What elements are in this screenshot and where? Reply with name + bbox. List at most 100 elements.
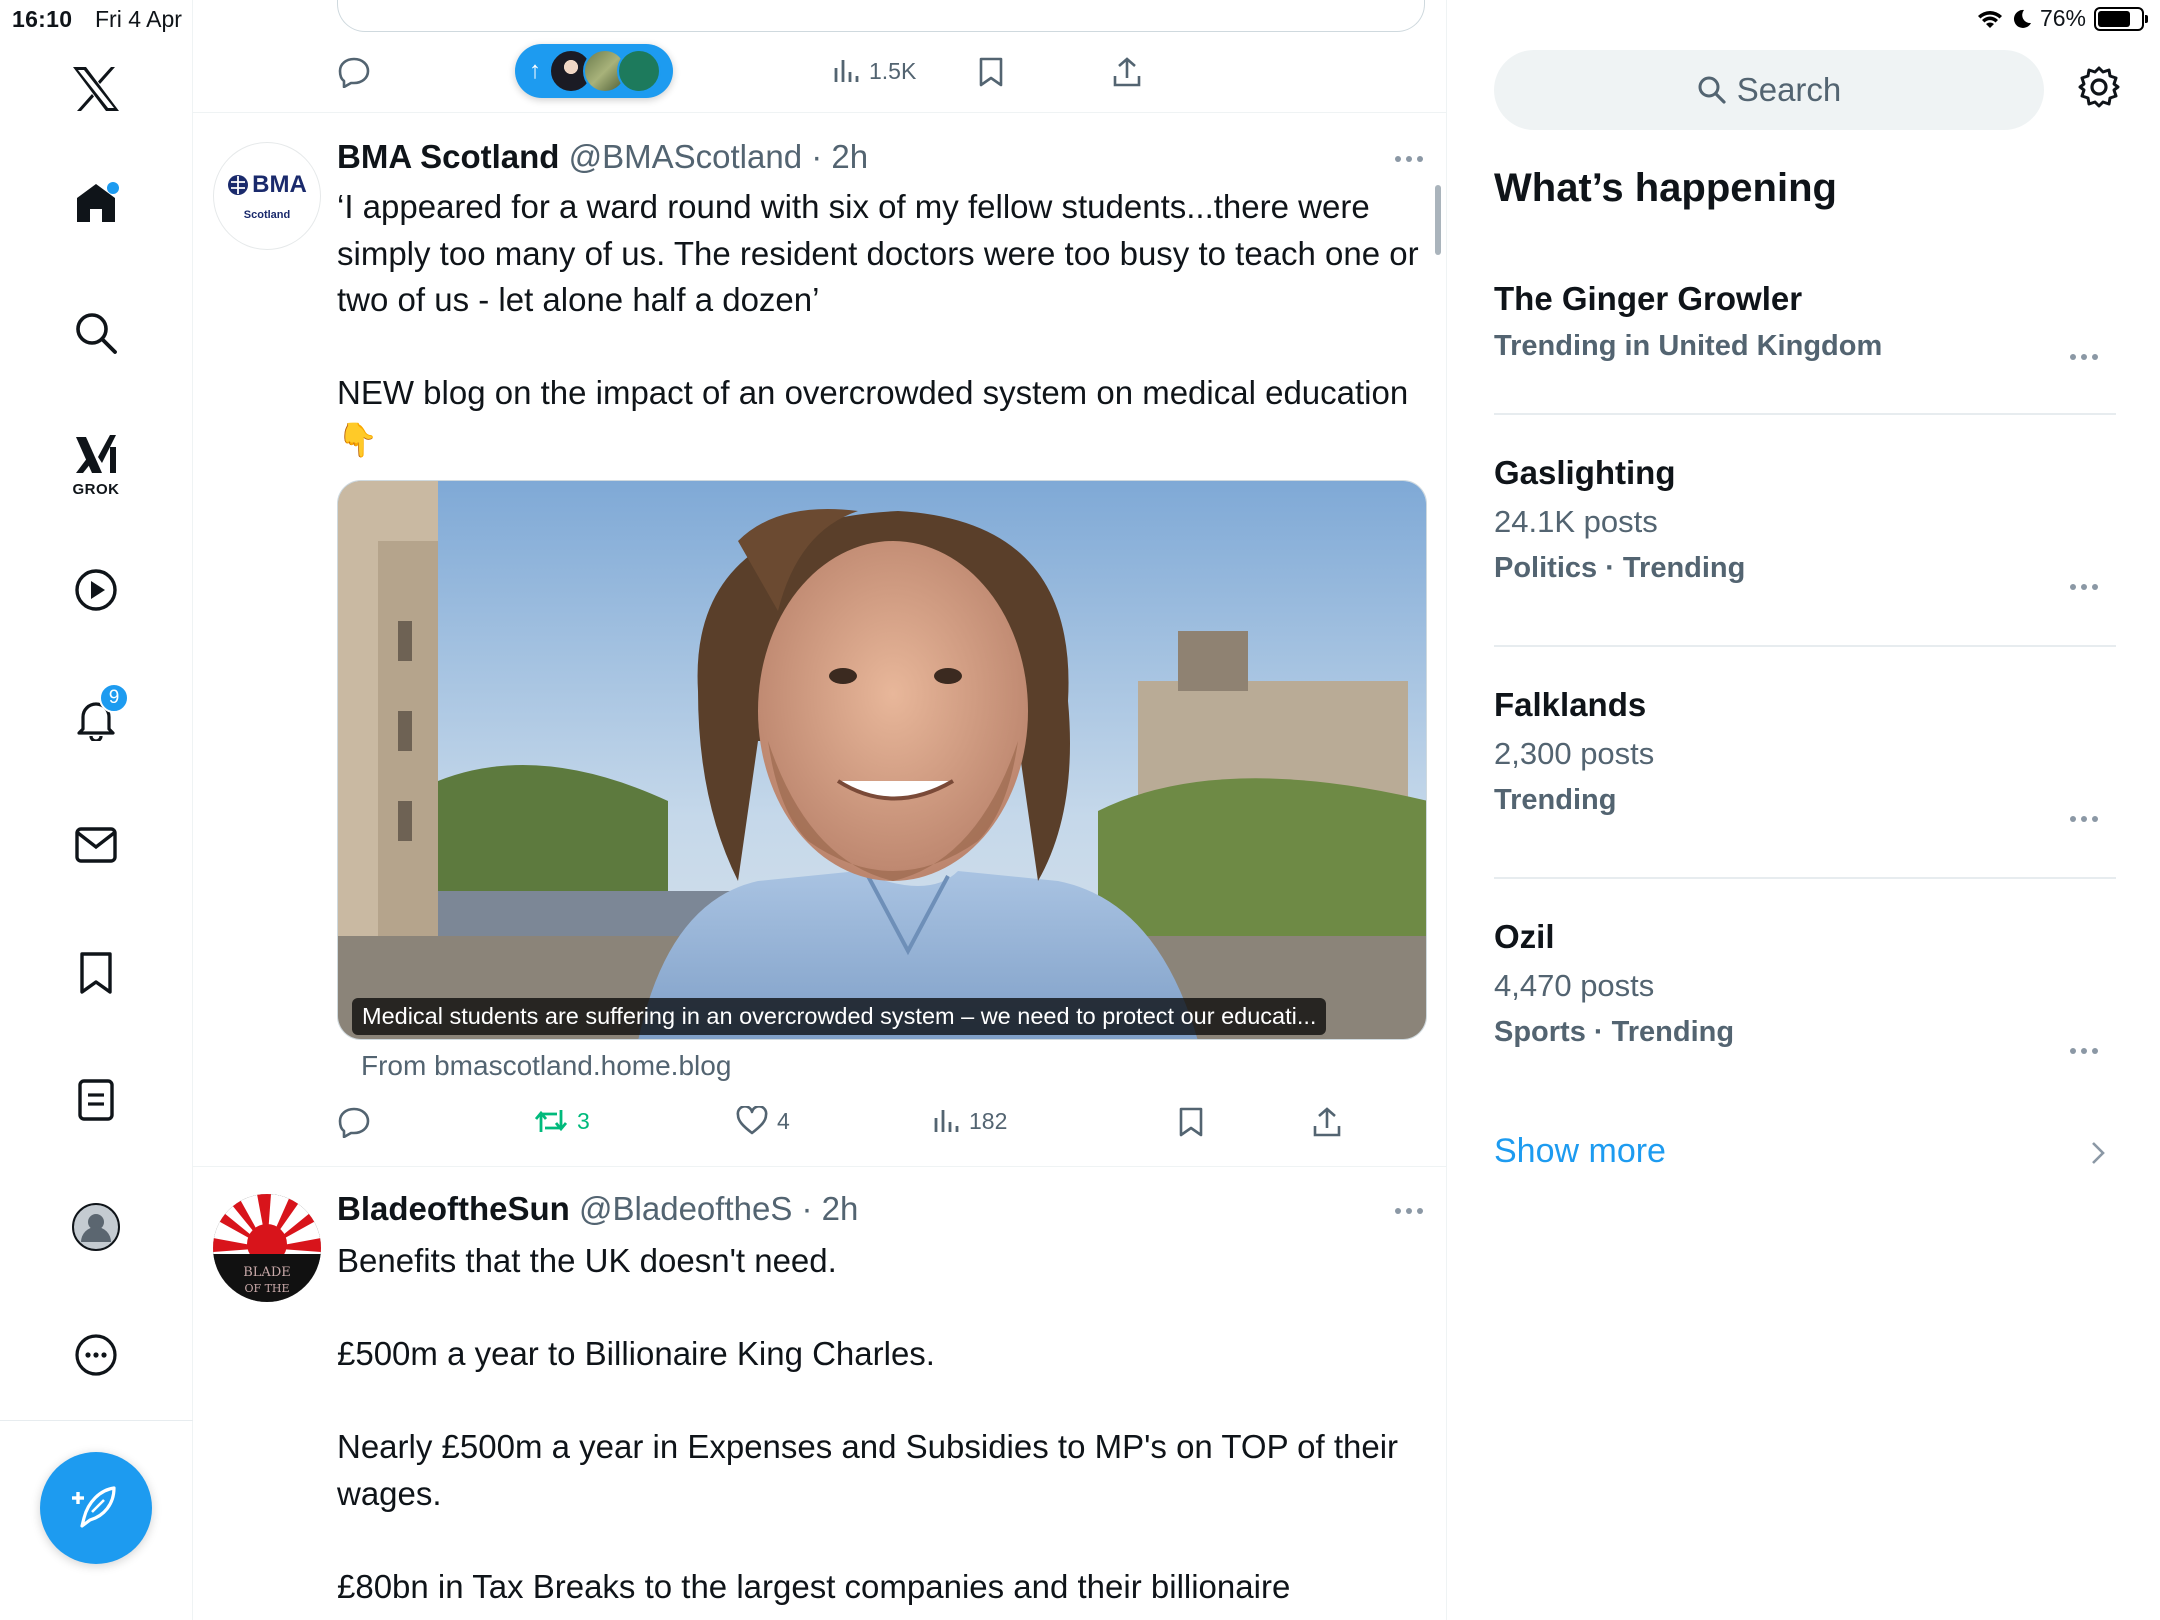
compose-post-button[interactable] (40, 1452, 152, 1564)
right-sidebar: Search What’s happening The Ginger Growl… (1448, 0, 2160, 1620)
trend-name: Falklands (1494, 686, 1647, 723)
trend-item[interactable]: Gaslighting 24.1K posts Politics · Trend… (1494, 454, 2116, 590)
author-name[interactable]: BladeoftheSun (337, 1190, 570, 1227)
grok-icon[interactable]: GROK (61, 420, 131, 510)
left-nav: GROK 9 (0, 0, 193, 1620)
notifications-badge: 9 (99, 683, 129, 713)
link-card-image[interactable]: Medical students are suffering in an ove… (337, 480, 1427, 1040)
new-post-avatar (617, 49, 661, 93)
man-portrait-photo (338, 481, 1426, 1039)
trend-more-icon[interactable] (2070, 816, 2098, 822)
trend-divider (1494, 645, 2116, 647)
trend-post-count: 24.1K posts (1494, 504, 1658, 539)
video-play-icon[interactable] (61, 555, 131, 625)
messages-envelope-icon[interactable] (61, 810, 131, 880)
arrow-up-icon: ↑ (529, 57, 541, 84)
post-text: ‘I appeared for a ward round with six of… (337, 188, 1419, 458)
trend-post-count: 2,300 posts (1494, 736, 1655, 771)
trend-name: Ozil (1494, 918, 1555, 955)
more-options-icon[interactable] (61, 1320, 131, 1390)
trend-more-icon[interactable] (2070, 354, 2098, 360)
share-icon (1113, 57, 1141, 87)
post[interactable]: BLADE OF THE BladeoftheSun @BladeoftheS … (193, 1166, 1446, 1620)
bookmarks-icon[interactable] (61, 938, 131, 1008)
author-handle[interactable]: @BladeoftheS · 2h (579, 1190, 858, 1227)
share-button[interactable] (1311, 1106, 1343, 1138)
do-not-disturb-moon-icon (2012, 8, 2032, 30)
notifications-bell-icon[interactable]: 9 (61, 683, 131, 753)
x-logo-icon[interactable] (61, 54, 131, 124)
trend-meta: Trending (1494, 784, 1617, 816)
search-input[interactable]: Search (1494, 50, 2044, 130)
bookmark-icon (979, 57, 1003, 87)
post-text: Benefits that the UK doesn't need. £500m… (337, 1242, 1399, 1605)
settings-gear-icon[interactable] (2076, 64, 2122, 110)
trend-more-icon[interactable] (2070, 584, 2098, 590)
trend-meta: Sports · Trending (1494, 1016, 1735, 1048)
grok-label: GROK (72, 480, 120, 498)
avatar-subtext: Scotland (243, 209, 291, 221)
repost-icon (534, 1110, 568, 1132)
author-name[interactable]: BMA Scotland (337, 138, 559, 175)
search-icon[interactable] (61, 298, 131, 368)
trend-name: The Ginger Growler (1494, 280, 1803, 317)
author-handle[interactable]: @BMAScotland · 2h (569, 138, 868, 175)
status-date: Fri 4 Apr (95, 6, 182, 32)
trend-post-count: 4,470 posts (1494, 968, 1655, 1003)
share-icon (1313, 1107, 1341, 1137)
timeline: 8 1.5K ↑ BMA Scotland (193, 0, 1447, 1620)
search-icon (1698, 76, 1726, 104)
trend-item[interactable]: Ozil 4,470 posts Sports · Trending (1494, 918, 2116, 1054)
battery-icon (2094, 6, 2148, 31)
views-chart-icon (934, 1110, 959, 1132)
views-button[interactable]: 1.5K (831, 56, 916, 86)
trend-divider (1494, 413, 2116, 415)
nav-divider (0, 1420, 193, 1421)
bookmark-button[interactable] (977, 56, 1005, 88)
link-card-title[interactable]: Medical students are suffering in an ove… (352, 998, 1327, 1035)
views-chart-icon (834, 60, 859, 82)
previous-post-actions: 8 1.5K (337, 56, 1337, 96)
scrollbar[interactable] (1435, 185, 1441, 255)
bookmark-icon (1179, 1107, 1203, 1137)
repost-button[interactable]: 3 (533, 1106, 590, 1136)
svg-text:OF THE: OF THE (244, 1282, 289, 1295)
author-avatar[interactable]: BMA Scotland (213, 142, 321, 250)
trend-more-icon[interactable] (2070, 1048, 2098, 1054)
share-button[interactable] (1111, 56, 1143, 88)
whats-happening-title: What’s happening (1494, 166, 1837, 210)
author-avatar[interactable]: BLADE OF THE (213, 1194, 321, 1302)
status-time: 16:10 (12, 6, 73, 32)
reply-icon (338, 57, 370, 88)
link-source[interactable]: From bmascotland.home.blog (361, 1050, 731, 1082)
bookmark-button[interactable] (1177, 1106, 1205, 1138)
status-bar: 16:10 Fri 4 Apr 76% (0, 0, 2160, 40)
views-button[interactable]: 182 (931, 1106, 1007, 1136)
views-count: 1.5K (869, 57, 917, 84)
trend-item[interactable]: Falklands 2,300 posts Trending (1494, 686, 2116, 822)
heart-icon (736, 1106, 768, 1135)
trend-name: Gaslighting (1494, 454, 1676, 491)
reply-button[interactable] (337, 56, 371, 88)
show-more-link[interactable]: Show more (1494, 1132, 1666, 1171)
battery-percent: 76% (2039, 5, 2086, 31)
profile-avatar-icon[interactable] (61, 1192, 131, 1262)
reply-icon (338, 1107, 370, 1138)
home-icon[interactable] (61, 168, 131, 238)
chevron-right-icon (2090, 1140, 2106, 1166)
reply-button[interactable] (337, 1106, 371, 1138)
lists-icon[interactable] (61, 1065, 131, 1135)
avatar-text: BMA (252, 171, 307, 198)
trend-item[interactable]: The Ginger Growler Trending in United Ki… (1494, 280, 2116, 363)
post-more-icon[interactable] (1395, 1208, 1423, 1214)
compose-post-icon (72, 1486, 116, 1528)
svg-text:BLADE: BLADE (243, 1265, 291, 1280)
views-count: 182 (969, 1107, 1008, 1134)
trend-divider (1494, 877, 2116, 879)
post[interactable]: BMA Scotland BMA Scotland @BMAScotland ·… (193, 112, 1446, 1172)
new-posts-pill[interactable]: ↑ (515, 44, 673, 98)
like-button[interactable]: 4 (735, 1106, 790, 1136)
search-placeholder: Search (1736, 71, 1842, 108)
trend-meta: Politics · Trending (1494, 552, 1746, 584)
post-more-icon[interactable] (1395, 156, 1423, 162)
